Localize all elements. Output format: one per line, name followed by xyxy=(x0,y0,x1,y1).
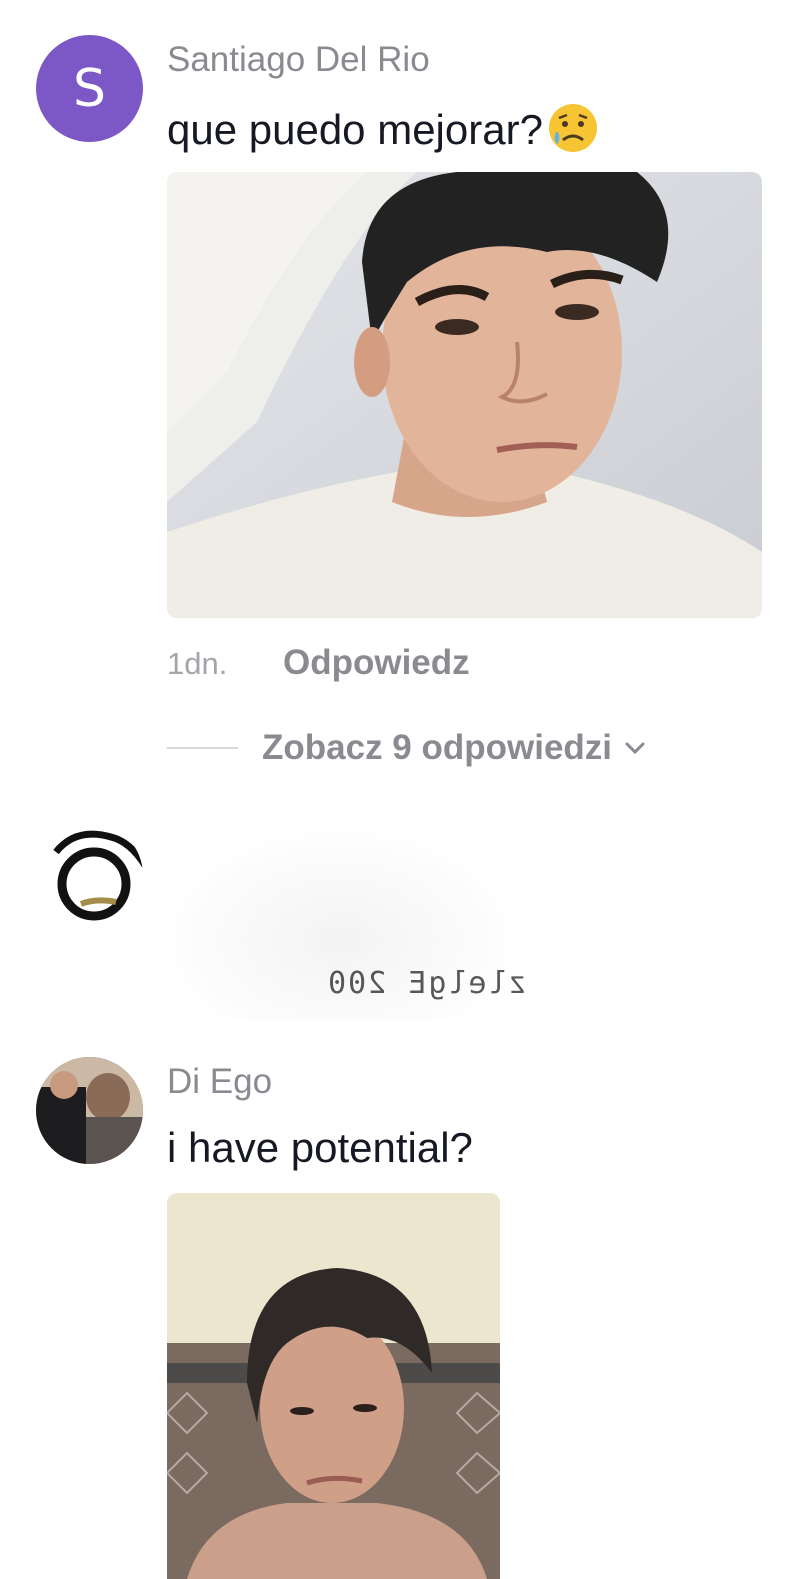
comment-photo-attachment[interactable] xyxy=(167,172,762,618)
comment-timestamp: 1dn. xyxy=(167,646,228,681)
comment-text-row: que puedo mejorar? xyxy=(167,102,599,154)
comment-text: i have potential? xyxy=(167,1124,473,1171)
view-replies-label: Zobacz 9 odpowiedzi xyxy=(262,728,613,767)
avatar[interactable] xyxy=(36,1057,143,1164)
avatar[interactable] xyxy=(36,822,143,929)
comment-username[interactable]: Santiago Del Rio xyxy=(167,40,430,80)
reply-button[interactable]: Odpowiedz xyxy=(283,643,470,683)
selfie-photo-image xyxy=(167,1193,500,1579)
comment-username[interactable]: Di Ego xyxy=(167,1062,272,1102)
selfie-photo-image xyxy=(167,172,762,618)
avatar[interactable]: S xyxy=(36,35,143,142)
avatar-letter: S xyxy=(72,58,106,119)
sad-face-emoji-icon xyxy=(548,104,597,152)
view-replies-button[interactable]: Zobacz 9 odpowiedzi xyxy=(262,728,648,768)
replies-divider xyxy=(167,747,238,749)
comment-photo-attachment[interactable] xyxy=(167,1193,500,1579)
chevron-down-icon xyxy=(625,742,645,755)
user-photo-avatar xyxy=(36,1057,143,1164)
comment-text: que puedo mejorar? xyxy=(167,106,543,153)
sketch-ring-avatar-icon xyxy=(53,830,143,921)
sticker-text: zlelgE 200 xyxy=(326,966,527,1001)
